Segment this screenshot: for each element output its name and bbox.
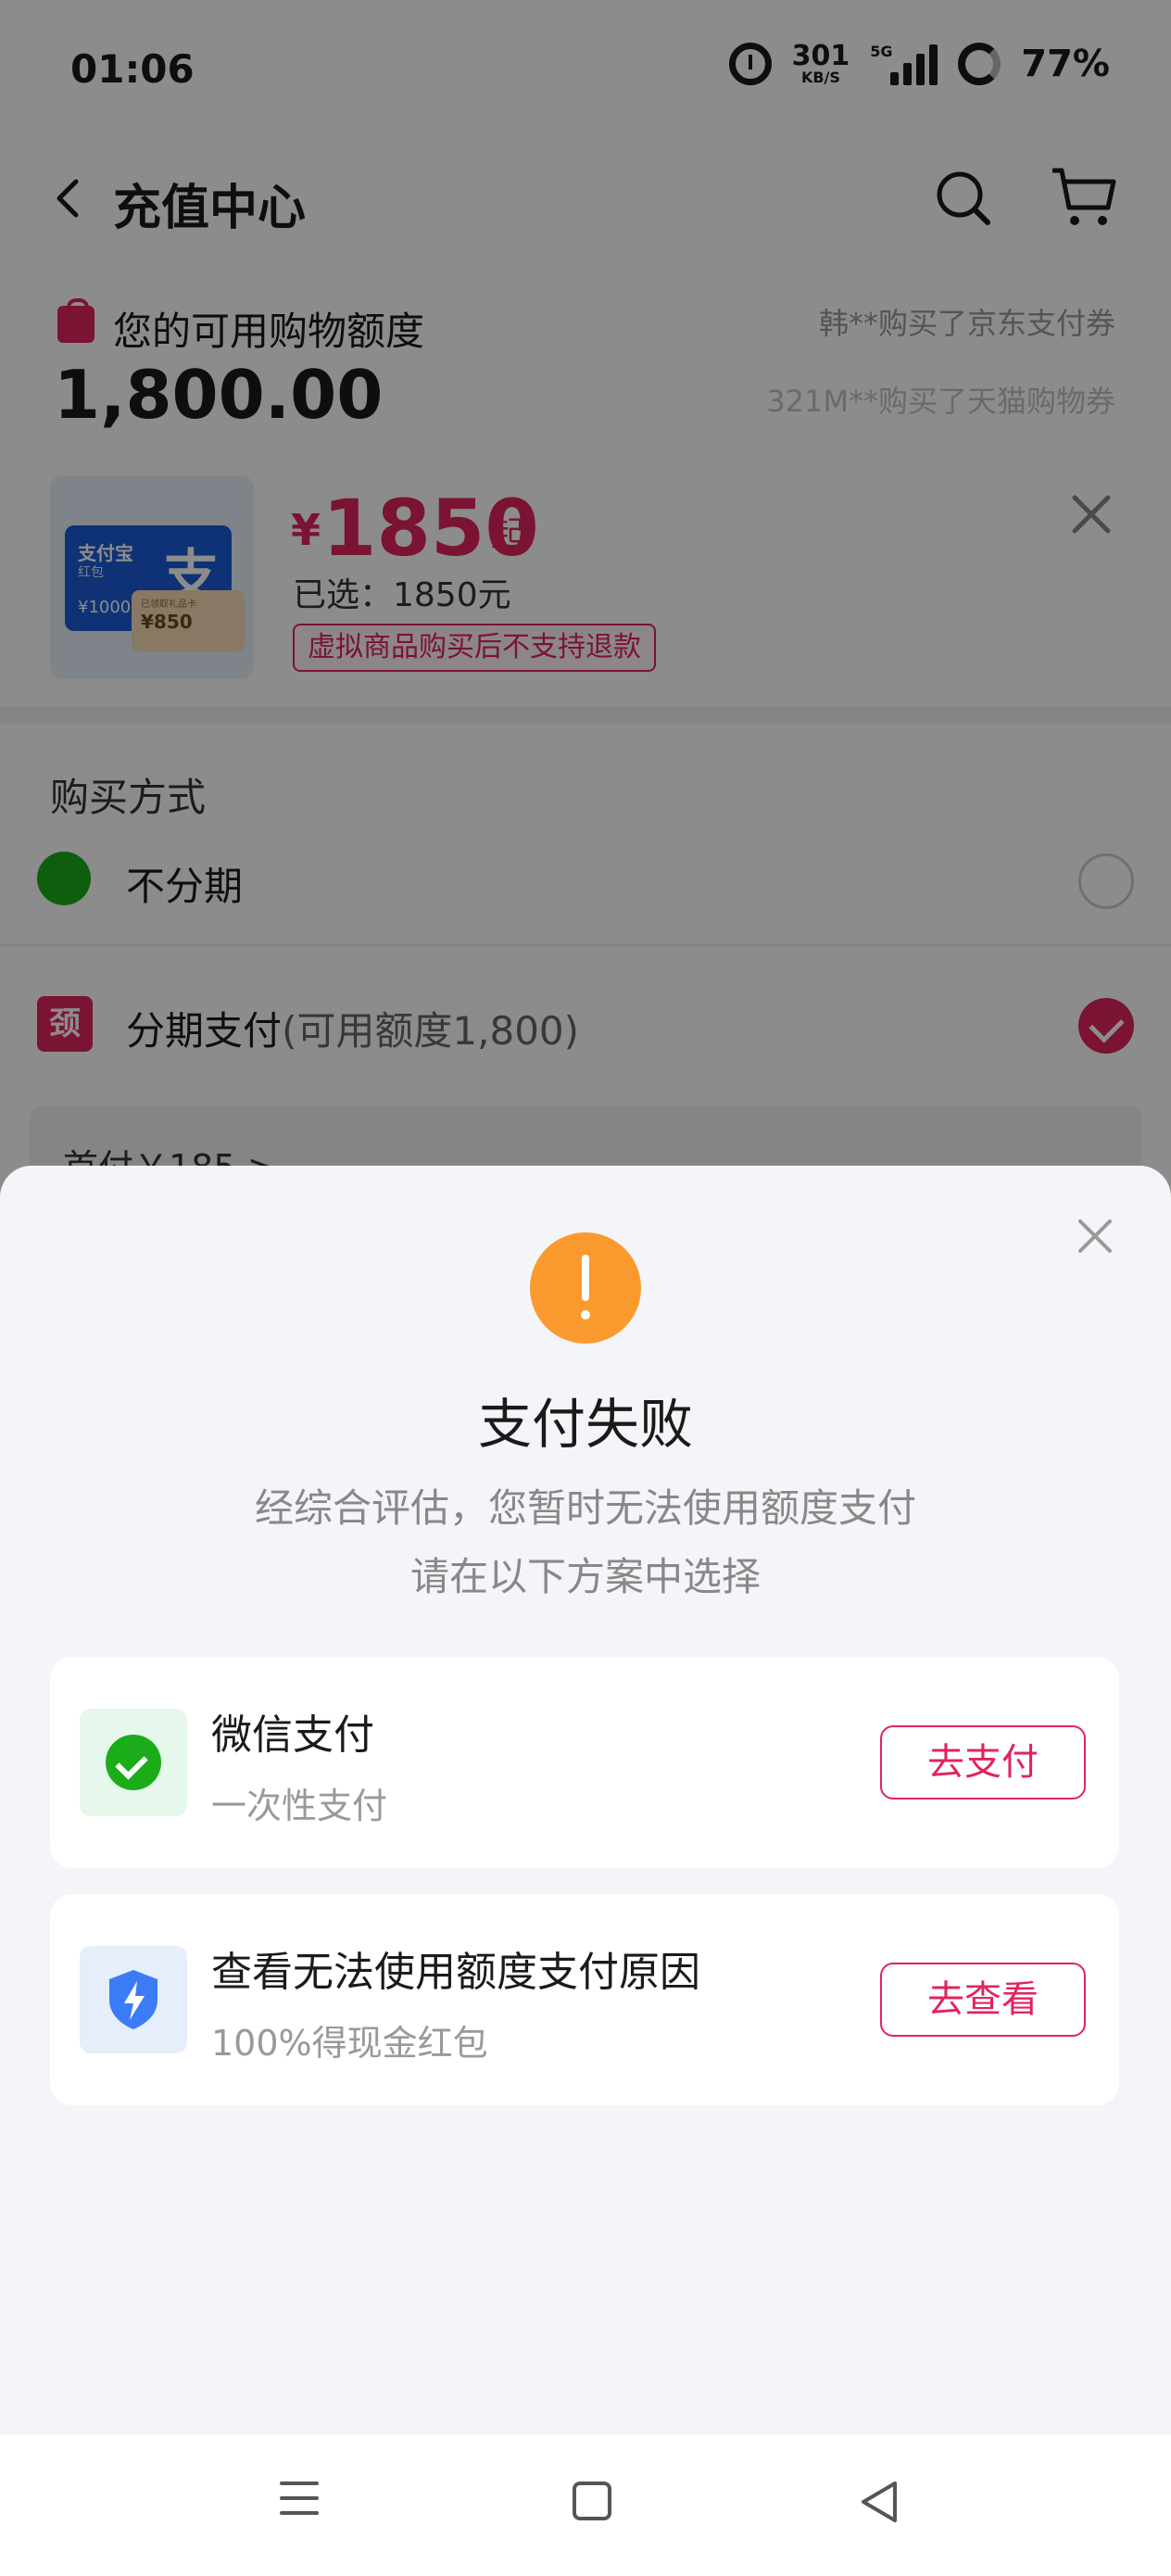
option-title: 微信支付 <box>211 1711 374 1759</box>
menu-icon[interactable] <box>280 2481 319 2520</box>
system-nav-bar <box>0 2435 1171 2576</box>
dialog-description: 经综合评估，您暂时无法使用额度支付 <box>254 1485 916 1531</box>
close-icon[interactable] <box>1075 1216 1115 1256</box>
wechat-pay-icon <box>106 1735 161 1790</box>
back-triangle-icon[interactable] <box>858 2480 900 2524</box>
view-reason-option: 查看无法使用额度支付原因 100%得现金红包 去查看 <box>50 1894 1119 2105</box>
option-subtitle: 100%得现金红包 <box>211 2023 488 2064</box>
go-pay-button[interactable]: 去支付 <box>880 1725 1086 1799</box>
dialog-title: 支付失败 <box>477 1393 693 1456</box>
wechat-pay-icon-bg <box>80 1709 187 1816</box>
warning-icon <box>530 1232 641 1344</box>
payment-failed-sheet: 支付失败 经综合评估，您暂时无法使用额度支付 请在以下方案中选择 微信支付 一次… <box>0 1166 1171 2435</box>
option-title: 查看无法使用额度支付原因 <box>211 1949 700 1996</box>
go-view-button[interactable]: 去查看 <box>880 1963 1086 2037</box>
dialog-description: 请在以下方案中选择 <box>409 1554 761 1599</box>
shield-bolt-icon <box>109 1970 157 2029</box>
wechat-pay-option: 微信支付 一次性支付 去支付 <box>50 1657 1119 1868</box>
option-subtitle: 一次性支付 <box>211 1786 388 1826</box>
shield-icon-bg <box>80 1946 187 2053</box>
home-icon[interactable] <box>573 2481 611 2520</box>
